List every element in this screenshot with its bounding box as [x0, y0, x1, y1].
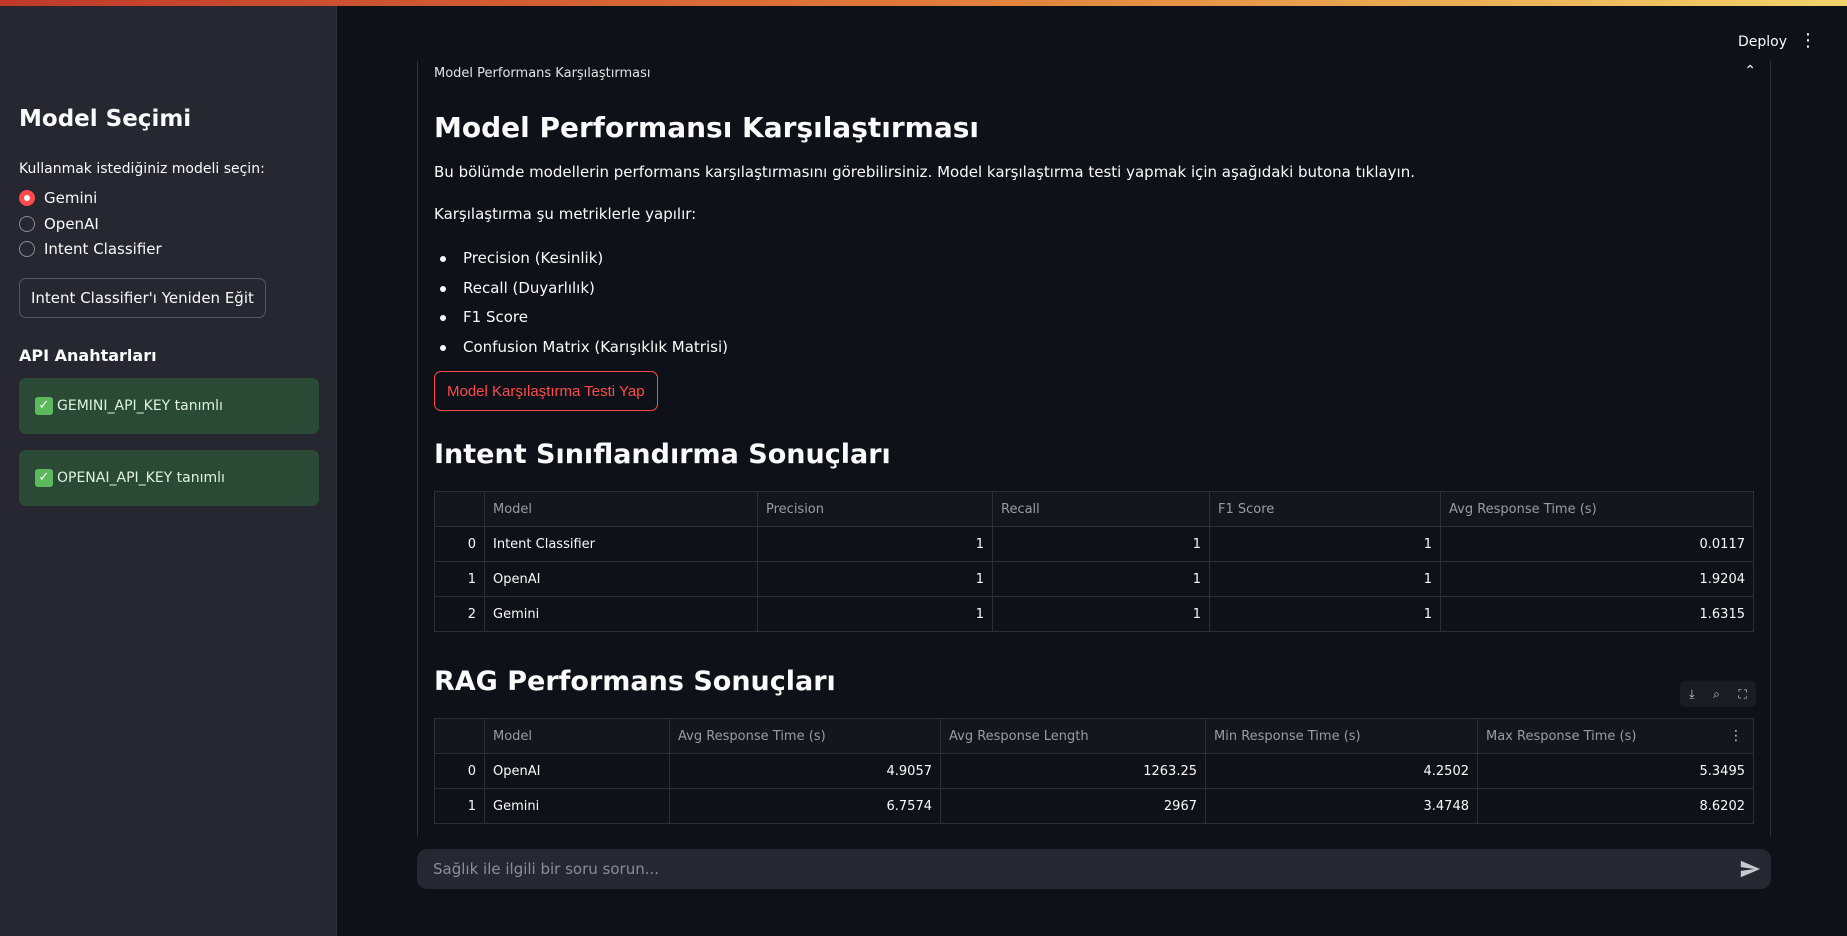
radio-option-intent-classifier[interactable]: Intent Classifier — [19, 240, 162, 258]
openai-key-label: OPENAI_API_KEY tanımlı — [57, 470, 225, 486]
table-row: 0 OpenAI 4.9057 1263.25 4.2502 5.3495 — [434, 753, 1754, 789]
download-icon[interactable]: ⤓ — [1689, 687, 1694, 702]
compare-models-button[interactable]: Model Karşılaştırma Testi Yap — [434, 371, 658, 411]
performance-expander: Model Performans Karşılaştırması ⌃ Model… — [417, 61, 1771, 836]
column-header[interactable]: Min Response Time (s) — [1205, 718, 1478, 754]
chat-input-container — [417, 849, 1771, 889]
table-cell[interactable]: Intent Classifier — [484, 526, 758, 562]
radio-button[interactable] — [19, 216, 35, 232]
radio-button[interactable] — [19, 241, 35, 257]
intro-text: Bu bölümde modellerin performans karşıla… — [434, 163, 1415, 181]
table-cell[interactable]: 8.6202 — [1477, 788, 1754, 824]
table-cell[interactable]: 5.3495 — [1477, 753, 1754, 789]
page-title: Model Performansı Karşılaştırması — [434, 111, 979, 144]
list-item: Recall (Duyarlılık) — [434, 278, 728, 308]
table-cell[interactable]: 3.4748 — [1205, 788, 1478, 824]
column-header[interactable]: F1 Score — [1209, 491, 1441, 527]
list-item: Confusion Matrix (Karışıklık Matrisi) — [434, 337, 728, 367]
table-row: 1 Gemini 6.7574 2967 3.4748 8.6202 — [434, 788, 1754, 824]
sidebar-title: Model Seçimi — [19, 106, 192, 132]
retrain-intent-classifier-button[interactable]: Intent Classifier'ı Yeniden Eğit — [19, 278, 266, 318]
column-header-max-response-time[interactable]: Max Response Time (s) ⋮ — [1477, 718, 1754, 754]
check-icon: ✓ — [35, 469, 53, 487]
table-header-row: Model Avg Response Time (s) Avg Response… — [434, 718, 1754, 754]
table-cell[interactable]: 1263.25 — [940, 753, 1206, 789]
top-decoration-bar — [0, 0, 1847, 6]
radio-option-openai[interactable]: OpenAI — [19, 215, 99, 233]
column-header[interactable]: Model — [484, 718, 670, 754]
intent-results-title: Intent Sınıflandırma Sonuçları — [434, 439, 891, 470]
main-area: Deploy ⋮ Model Performans Karşılaştırmas… — [337, 6, 1847, 936]
model-radio-label: Kullanmak istediğiniz modeli seçin: — [19, 161, 265, 177]
table-header-row: Model Precision Recall F1 Score Avg Resp… — [434, 491, 1754, 527]
api-keys-title: API Anahtarları — [19, 346, 157, 365]
list-item: F1 Score — [434, 307, 728, 337]
table-cell[interactable]: Gemini — [484, 788, 670, 824]
column-header[interactable]: Precision — [757, 491, 993, 527]
sidebar: Model Seçimi Kullanmak istediğiniz model… — [0, 6, 337, 936]
column-header[interactable]: Avg Response Time (s) — [1440, 491, 1754, 527]
send-icon[interactable] — [1739, 858, 1761, 880]
table-cell[interactable]: 1 — [1209, 561, 1441, 597]
row-index[interactable]: 0 — [434, 753, 485, 789]
column-header[interactable] — [434, 491, 485, 527]
gemini-key-status: ✓ GEMINI_API_KEY tanımlı — [19, 378, 319, 434]
table-cell[interactable]: OpenAI — [484, 561, 758, 597]
column-header[interactable]: Model — [484, 491, 758, 527]
table-toolbar: ⤓ ⌕ ⛶ — [1680, 681, 1756, 707]
table-cell[interactable]: 6.7574 — [669, 788, 941, 824]
table-cell[interactable]: 1.6315 — [1440, 596, 1754, 632]
metrics-intro: Karşılaştırma şu metriklerle yapılır: — [434, 205, 697, 223]
table-cell[interactable]: 1 — [1209, 596, 1441, 632]
radio-button[interactable] — [19, 190, 35, 206]
column-header[interactable]: Recall — [992, 491, 1210, 527]
table-cell[interactable]: 0.0117 — [1440, 526, 1754, 562]
chevron-up-icon[interactable]: ⌃ — [1744, 63, 1756, 79]
expander-label[interactable]: Model Performans Karşılaştırması — [434, 66, 651, 81]
table-row: 0 Intent Classifier 1 1 1 0.0117 — [434, 526, 1754, 562]
intent-results-table[interactable]: Model Precision Recall F1 Score Avg Resp… — [434, 491, 1754, 632]
column-header-label: Max Response Time (s) — [1486, 728, 1637, 744]
column-header[interactable]: Avg Response Length — [940, 718, 1206, 754]
table-cell[interactable]: 1.9204 — [1440, 561, 1754, 597]
table-row: 2 Gemini 1 1 1 1.6315 — [434, 596, 1754, 632]
check-icon: ✓ — [35, 397, 53, 415]
metrics-list: Precision (Kesinlik) Recall (Duyarlılık)… — [434, 248, 728, 366]
chat-input[interactable] — [433, 849, 1713, 889]
table-cell[interactable]: Gemini — [484, 596, 758, 632]
table-cell[interactable]: 4.9057 — [669, 753, 941, 789]
table-cell[interactable]: OpenAI — [484, 753, 670, 789]
table-cell[interactable]: 1 — [992, 561, 1210, 597]
table-cell[interactable]: 1 — [992, 526, 1210, 562]
deploy-button[interactable]: Deploy — [1738, 34, 1787, 50]
openai-key-status: ✓ OPENAI_API_KEY tanımlı — [19, 450, 319, 506]
table-cell[interactable]: 1 — [992, 596, 1210, 632]
row-index[interactable]: 0 — [434, 526, 485, 562]
gemini-key-label: GEMINI_API_KEY tanımlı — [57, 398, 223, 414]
rag-results-table[interactable]: Model Avg Response Time (s) Avg Response… — [434, 718, 1754, 824]
column-header[interactable]: Avg Response Time (s) — [669, 718, 941, 754]
radio-option-label: Intent Classifier — [44, 240, 162, 258]
row-index[interactable]: 1 — [434, 561, 485, 597]
search-icon[interactable]: ⌕ — [1713, 687, 1720, 702]
table-cell[interactable]: 2967 — [940, 788, 1206, 824]
rag-results-title: RAG Performans Sonuçları — [434, 666, 836, 697]
table-cell[interactable]: 1 — [757, 596, 993, 632]
column-menu-icon[interactable]: ⋮ — [1729, 728, 1743, 744]
table-cell[interactable]: 1 — [757, 561, 993, 597]
table-cell[interactable]: 1 — [757, 526, 993, 562]
radio-option-gemini[interactable]: Gemini — [19, 189, 97, 207]
list-item: Precision (Kesinlik) — [434, 248, 728, 278]
column-header[interactable] — [434, 718, 485, 754]
radio-option-label: OpenAI — [44, 215, 99, 233]
fullscreen-icon[interactable]: ⛶ — [1738, 687, 1746, 702]
radio-option-label: Gemini — [44, 189, 98, 207]
table-cell[interactable]: 1 — [1209, 526, 1441, 562]
row-index[interactable]: 1 — [434, 788, 485, 824]
table-row: 1 OpenAI 1 1 1 1.9204 — [434, 561, 1754, 597]
kebab-menu-icon[interactable]: ⋮ — [1799, 32, 1817, 50]
row-index[interactable]: 2 — [434, 596, 485, 632]
table-cell[interactable]: 4.2502 — [1205, 753, 1478, 789]
